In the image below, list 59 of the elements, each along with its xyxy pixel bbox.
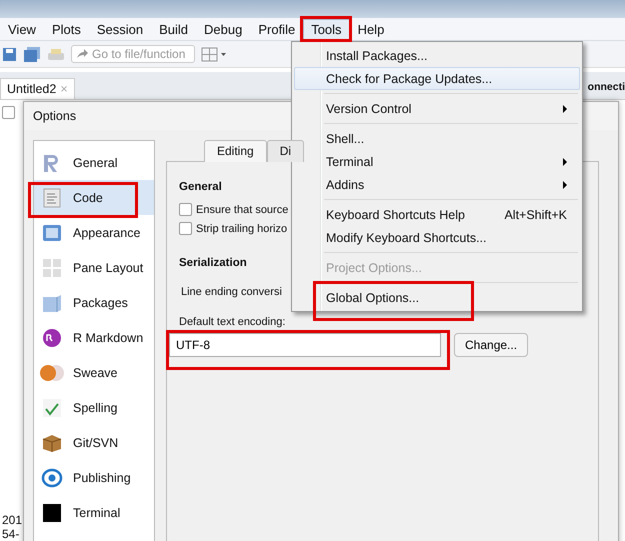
menu-item[interactable]: Keyboard Shortcuts Help Alt+Shift+K [294,203,580,226]
checkbox[interactable] [179,222,192,235]
sidebar-item[interactable]: Pane Layout [34,250,154,285]
menu-item[interactable]: Check for Package Updates... [294,67,580,90]
checkbox-label: Ensure that source [196,204,288,216]
circles-icon [39,362,65,382]
document-icon [42,188,62,208]
sidebar-item[interactable]: R Markdown [34,320,154,355]
save-all-icon[interactable] [23,46,41,62]
sidebar-item[interactable]: Sweave [34,355,154,390]
sidebar-item[interactable]: Code [34,180,154,215]
rmd-icon [42,328,62,348]
pane-tab[interactable]: onnecti [588,81,625,99]
options-tab[interactable]: Editing [204,140,267,162]
console-text: 54- [2,527,20,541]
sidebar-item[interactable]: Publishing [34,460,154,495]
sidebar-item[interactable]: Appearance [34,215,154,250]
check-icon [42,398,62,418]
save-icon[interactable] [2,46,17,62]
shortcut-text: Alt+Shift+K [504,208,567,222]
sidebar-item[interactable]: Spelling [34,390,154,425]
encoding-field[interactable]: UTF-8 [169,333,441,357]
menu-bar-item[interactable]: Build [151,18,196,40]
menu-bar-item[interactable]: Plots [44,18,89,40]
checkbox[interactable] [2,106,15,119]
menu-bar-item[interactable]: Profile [250,18,304,40]
menu-item[interactable]: Addins [294,173,580,196]
checkbox[interactable] [179,203,192,216]
grid-icon[interactable] [201,46,227,62]
go-to-file-field[interactable]: Go to file/function [71,45,195,63]
line-ending-label: Line ending conversi [181,286,282,298]
print-icon[interactable] [47,46,65,62]
editor-tab[interactable]: Untitled2 × [0,78,75,99]
checkbox-label: Strip trailing horizo [196,222,288,234]
console-text: 201 [2,513,24,527]
arrow-icon [76,49,88,59]
sidebar-item[interactable]: General [34,145,154,180]
terminal-icon [42,502,62,522]
encoding-label: Default text encoding: [179,316,286,328]
section-heading: General [179,181,222,193]
menu-bar-item[interactable]: Debug [196,18,250,40]
menu-item[interactable]: Modify Keyboard Shortcuts... [294,226,580,249]
menu-item[interactable]: Global Options... [294,286,580,309]
sidebar-item[interactable]: Packages [34,285,154,320]
block-icon [42,292,62,312]
section-heading: Serialization [179,257,247,269]
menu-item[interactable]: Install Packages... [294,44,580,67]
change-button[interactable]: Change... [454,333,528,357]
menu-bar-item[interactable]: Tools [303,18,350,40]
sidebar-item[interactable]: Terminal [34,495,154,530]
menu-bar-item[interactable]: Session [88,18,152,40]
publish-icon [40,468,64,488]
box-icon [41,432,63,452]
options-tab[interactable]: Di [266,140,304,162]
window-icon [42,222,62,242]
grid-icon [42,258,62,278]
menu-bar-item[interactable]: Help [350,18,392,40]
sidebar-item[interactable]: Git/SVN [34,425,154,460]
menu-bar-item[interactable]: View [0,18,44,40]
